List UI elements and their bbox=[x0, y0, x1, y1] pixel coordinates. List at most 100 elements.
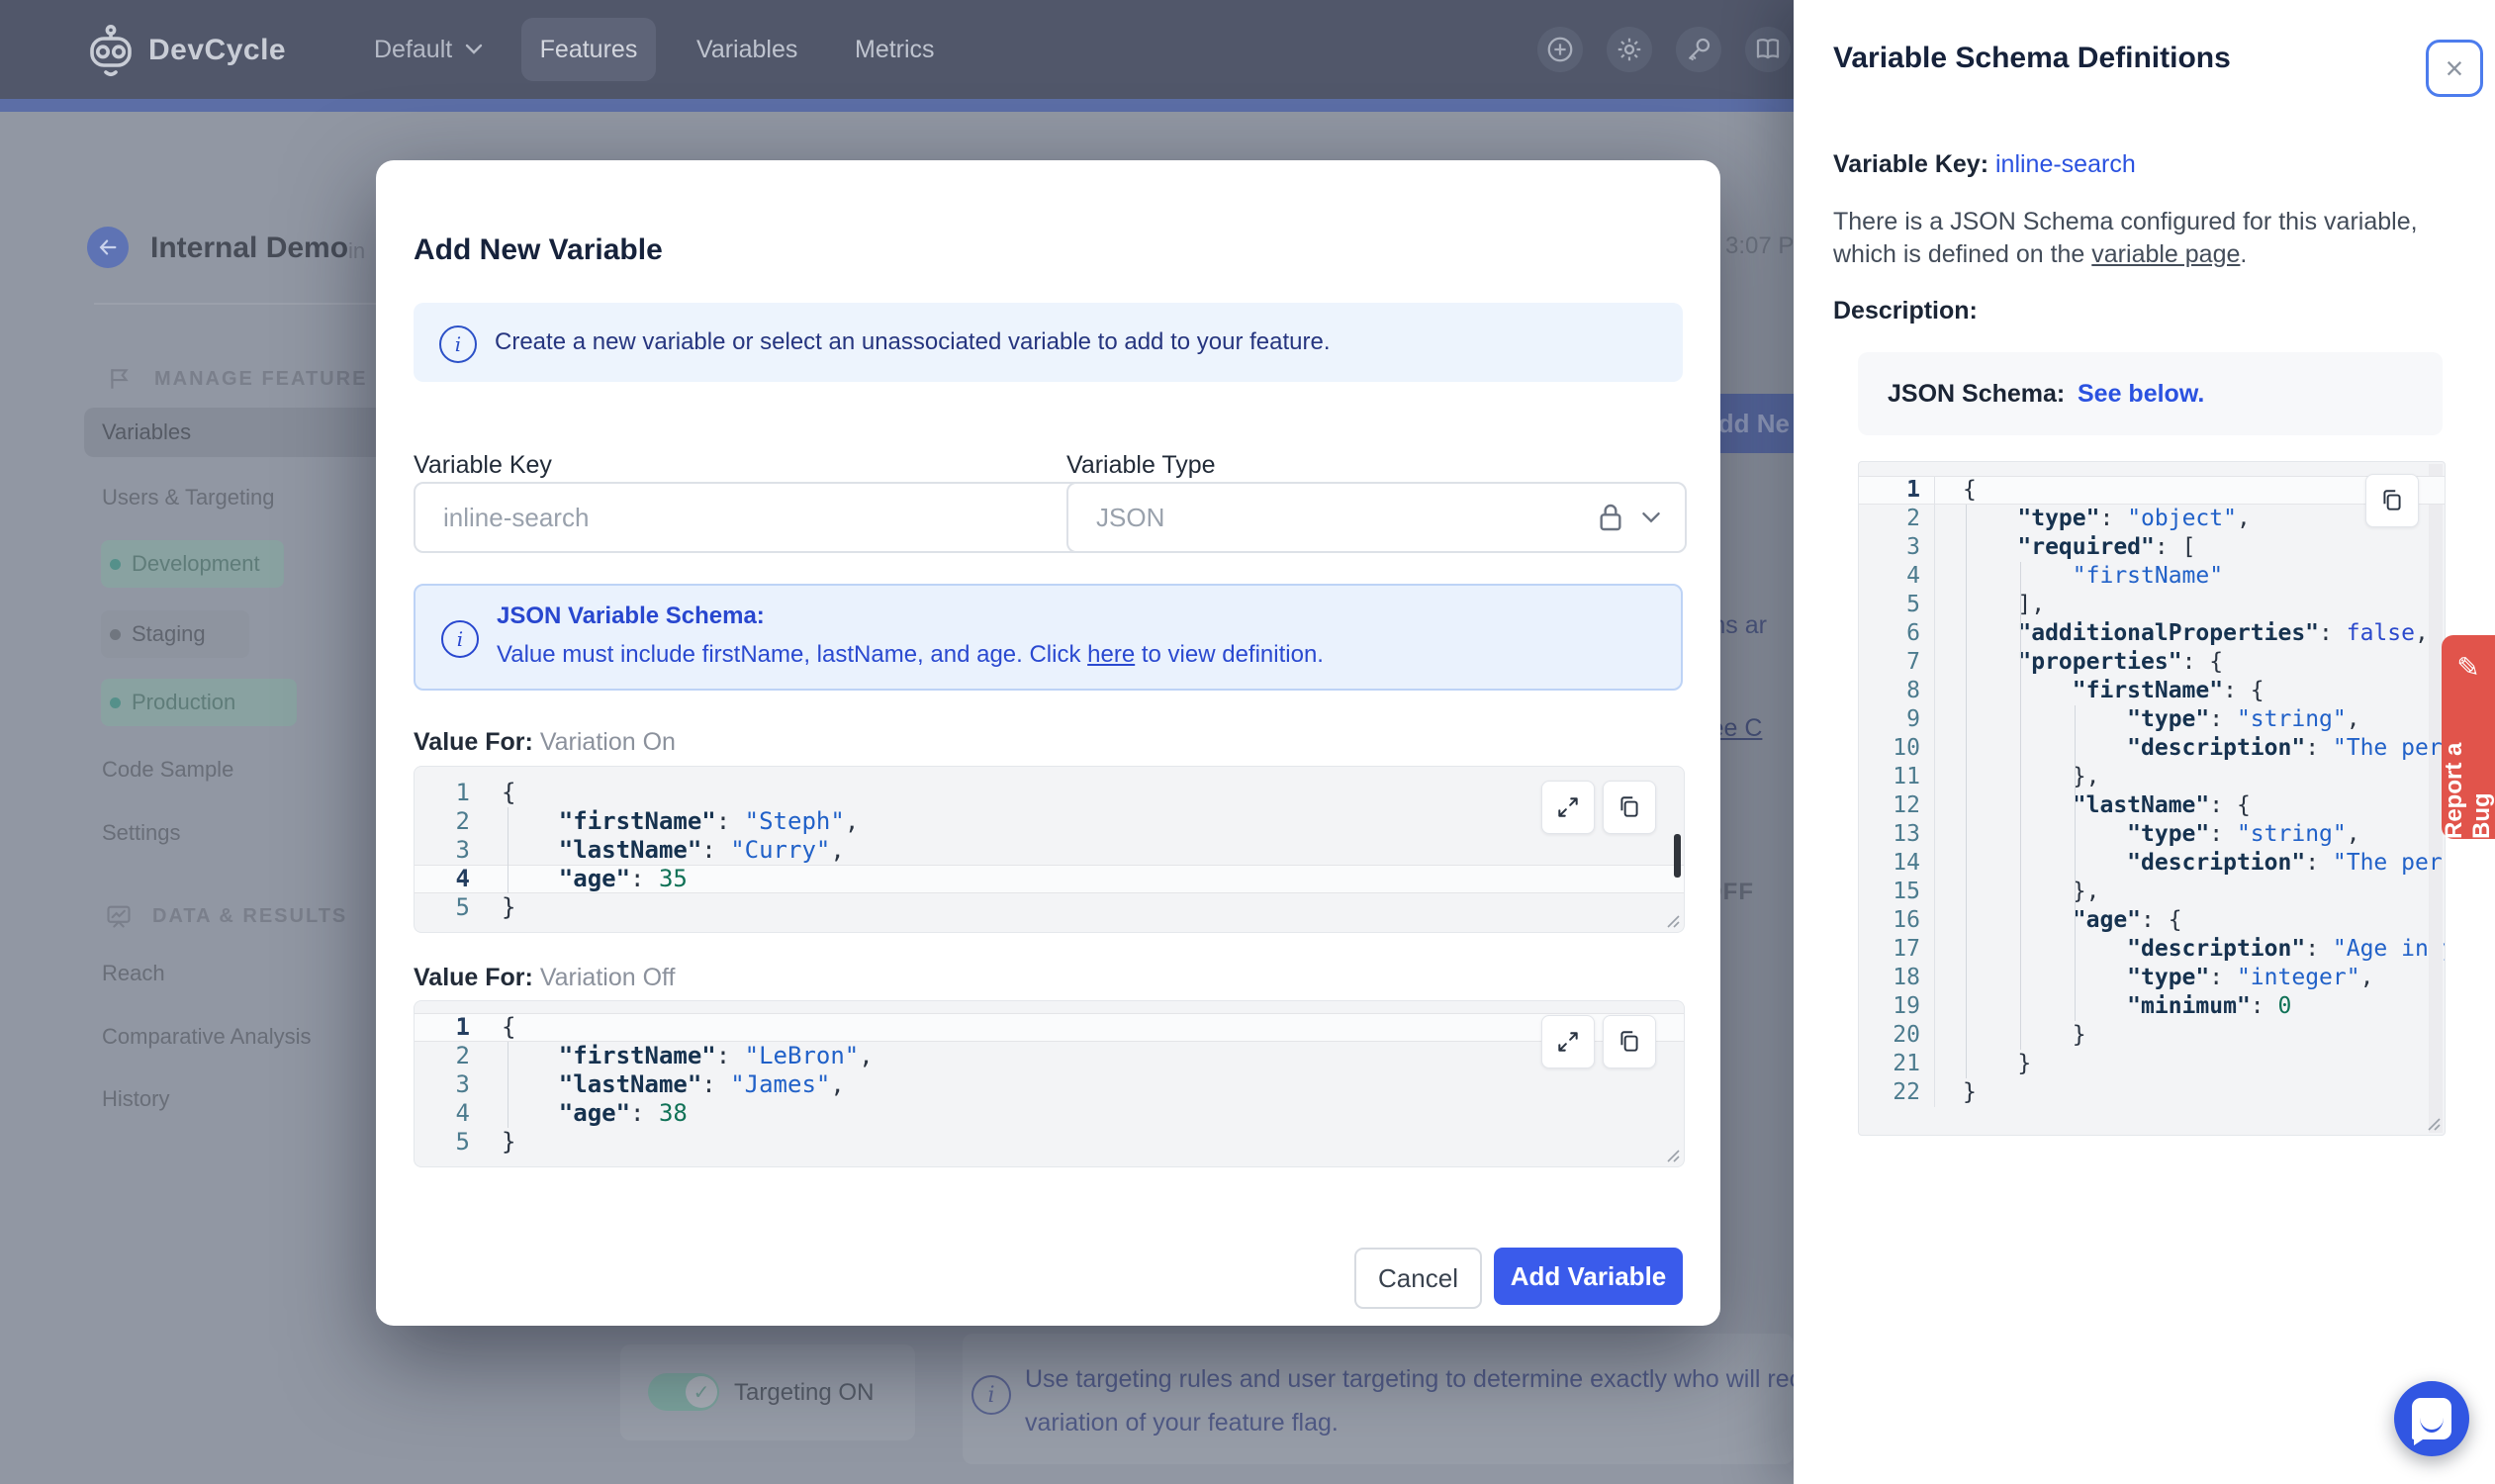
resize-handle[interactable] bbox=[1662, 1145, 1680, 1162]
resize-handle[interactable] bbox=[2423, 1113, 2441, 1131]
sidebar-item-users-targeting[interactable]: Users & Targeting bbox=[102, 485, 274, 510]
variation-off-name: Variation Off bbox=[539, 964, 676, 991]
devcycle-logo-icon bbox=[90, 25, 132, 76]
modal-title: Add New Variable bbox=[414, 233, 663, 266]
settings-button[interactable] bbox=[1607, 27, 1652, 72]
nav-tab-variables[interactable]: Variables bbox=[696, 36, 797, 64]
panel-close-button[interactable]: × bbox=[2426, 40, 2483, 97]
code-line: 1{ bbox=[415, 1013, 1684, 1042]
code-line: 5} bbox=[415, 893, 1684, 922]
sidebar-item-settings[interactable]: Settings bbox=[102, 820, 181, 846]
indent-guide bbox=[2020, 562, 2021, 1050]
line-number: 19 bbox=[1859, 992, 1935, 1021]
sidebar-item-reach[interactable]: Reach bbox=[102, 961, 165, 986]
variable-type-select[interactable]: JSON bbox=[1066, 482, 1687, 553]
code-line: 18 "type": "integer", bbox=[1859, 964, 2445, 992]
schema-code-block[interactable]: 1{2 "type": "object", 3 "required": [4 "f… bbox=[1858, 461, 2446, 1136]
code-line: 17 "description": "Age in years wh bbox=[1859, 935, 2445, 964]
code-line: 21 } bbox=[1859, 1050, 2445, 1078]
docs-button[interactable] bbox=[1745, 27, 1791, 72]
line-number: 2 bbox=[455, 1042, 470, 1069]
see-below-link[interactable]: See below. bbox=[2078, 380, 2204, 409]
add-variable-button[interactable]: Add Variable bbox=[1494, 1248, 1683, 1305]
description-label: Description: bbox=[1833, 297, 1978, 325]
line-number: 1 bbox=[455, 1013, 470, 1041]
code-line: 3 "lastName": "James", bbox=[415, 1070, 1684, 1099]
value-for-on-label: Value For: Variation On bbox=[414, 728, 676, 756]
schema-banner-title: JSON Variable Schema: bbox=[497, 603, 765, 629]
code-line: 4 "firstName" bbox=[1859, 562, 2445, 591]
code-line: 2 "type": "object", bbox=[1859, 505, 2445, 533]
env-dot-staging bbox=[110, 628, 121, 640]
line-number: 12 bbox=[1859, 791, 1935, 820]
schema-banner: i JSON Variable Schema: Value must inclu… bbox=[414, 584, 1683, 691]
code-line: 3 "required": [ bbox=[1859, 533, 2445, 562]
variation-off-editor[interactable]: 1{2 "firstName": "LeBron", 3 "lastName": … bbox=[414, 1000, 1685, 1167]
cancel-button[interactable]: Cancel bbox=[1354, 1248, 1482, 1309]
code-line: 5 ], bbox=[1859, 591, 2445, 619]
editor-scrollbar[interactable] bbox=[1674, 834, 1681, 878]
chat-launcher[interactable] bbox=[2394, 1381, 2469, 1456]
line-number: 16 bbox=[1859, 906, 1935, 935]
line-number: 2 bbox=[1859, 505, 1935, 533]
line-number: 4 bbox=[455, 1099, 470, 1127]
line-number: 15 bbox=[1859, 878, 1935, 906]
sidebar-item-production[interactable]: Production bbox=[101, 679, 297, 726]
variation-on-editor[interactable]: 1{2 "firstName": "Steph", 3 "lastName": "… bbox=[414, 766, 1685, 933]
copy-schema-button[interactable] bbox=[2365, 474, 2419, 527]
arrow-left-icon bbox=[99, 239, 117, 255]
gear-icon bbox=[1617, 38, 1641, 61]
schema-definition-link[interactable]: here bbox=[1087, 641, 1135, 668]
code-line: 5} bbox=[415, 1128, 1684, 1157]
line-number: 7 bbox=[1859, 648, 1935, 677]
sidebar-item-development[interactable]: Development bbox=[101, 540, 284, 588]
env-dot-development bbox=[110, 558, 121, 570]
code-line: 2 "firstName": "LeBron", bbox=[415, 1042, 1684, 1070]
code-line: 3 "lastName": "Curry", bbox=[415, 836, 1684, 865]
brand-name: DevCycle bbox=[148, 34, 287, 66]
copy-editor-button[interactable] bbox=[1603, 1015, 1656, 1068]
project-selector[interactable]: Default bbox=[374, 36, 452, 64]
value-for-off-label: Value For: Variation Off bbox=[414, 964, 676, 991]
expand-editor-button[interactable] bbox=[1541, 781, 1595, 834]
copy-editor-button[interactable] bbox=[1603, 781, 1656, 834]
code-line: 22} bbox=[1859, 1078, 2445, 1107]
env-dot-production bbox=[110, 696, 121, 708]
sidebar-item-code-sample[interactable]: Code Sample bbox=[102, 757, 233, 783]
nav-tab-metrics[interactable]: Metrics bbox=[855, 36, 935, 64]
sidebar-item-history[interactable]: History bbox=[102, 1086, 169, 1112]
line-number: 5 bbox=[455, 893, 470, 921]
targeting-info-icon: i bbox=[971, 1375, 1011, 1415]
plus-circle-icon bbox=[1547, 37, 1573, 62]
expand-editor-button[interactable] bbox=[1541, 1015, 1595, 1068]
back-button[interactable] bbox=[87, 227, 129, 268]
modal-info-text: Create a new variable or select an unass… bbox=[495, 328, 1331, 355]
sidebar-item-staging[interactable]: Staging bbox=[101, 610, 249, 658]
report-bug-label: Report a Bug bbox=[2441, 742, 2495, 839]
targeting-toggle[interactable]: ✓ bbox=[648, 1373, 719, 1411]
panel-intro-line2: which is defined on the variable page. bbox=[1833, 240, 2248, 268]
report-bug-tab[interactable]: ✎ Report a Bug bbox=[2441, 635, 2495, 839]
variable-page-link[interactable]: variable page bbox=[2091, 240, 2240, 268]
code-line: 15 }, bbox=[1859, 878, 2445, 906]
nav-tab-features[interactable]: Features bbox=[521, 18, 656, 81]
targeting-info-card bbox=[963, 1334, 1794, 1464]
line-number: 9 bbox=[1859, 705, 1935, 734]
panel-intro-line1: There is a JSON Schema configured for th… bbox=[1833, 208, 2418, 235]
line-number: 4 bbox=[455, 865, 470, 892]
create-button[interactable] bbox=[1537, 27, 1583, 72]
line-number: 1 bbox=[455, 779, 470, 806]
api-keys-button[interactable] bbox=[1676, 27, 1721, 72]
line-number: 5 bbox=[1859, 591, 1935, 619]
code-line: 10 "description": "The person's fi bbox=[1859, 734, 2445, 763]
line-number: 11 bbox=[1859, 763, 1935, 791]
variable-type-label: Variable Type bbox=[1066, 451, 1216, 479]
resize-handle[interactable] bbox=[1662, 910, 1680, 928]
lock-icon bbox=[1600, 504, 1621, 531]
line-number: 20 bbox=[1859, 1021, 1935, 1050]
sidebar-item-comparative-analysis[interactable]: Comparative Analysis bbox=[102, 1024, 312, 1050]
variable-key-link[interactable]: inline-search bbox=[1995, 150, 2136, 178]
feature-title: Internal Demo bbox=[150, 232, 349, 264]
line-number: 3 bbox=[1859, 533, 1935, 562]
code-line: 6 "additionalProperties": false, bbox=[1859, 619, 2445, 648]
